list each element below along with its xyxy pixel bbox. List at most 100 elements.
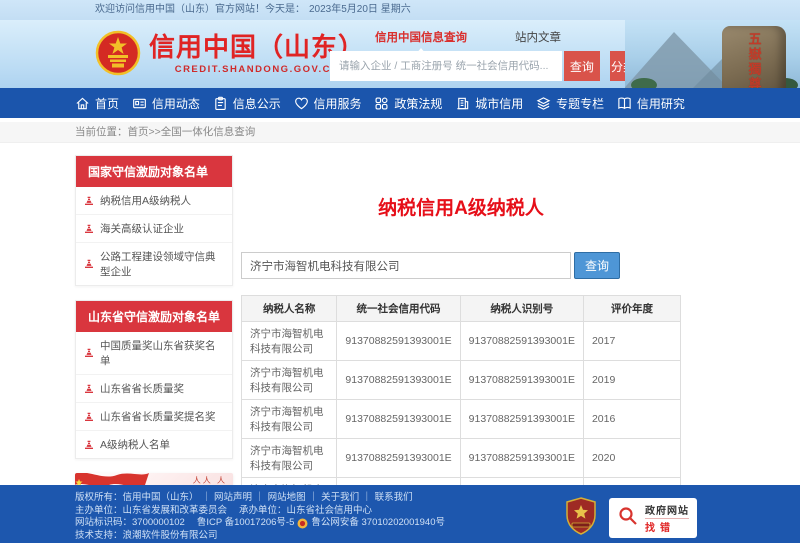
footer-security-record: 鲁公网安备 37010202001940号 bbox=[311, 517, 445, 530]
sidebar: 国家守信激励对象名单 纳税信用A级纳税人 海关高级认证企业 公路工程建设领域守信… bbox=[75, 155, 233, 485]
seal-icon bbox=[84, 440, 94, 450]
main-nav: 首页 信用动态 信息公示 信用服务 政策法规 城市信用 bbox=[0, 88, 800, 118]
clipboard-icon bbox=[213, 96, 228, 111]
breadcrumb-current: 全国一体化信息查询 bbox=[161, 126, 256, 138]
breadcrumb-label: 当前位置： bbox=[75, 126, 128, 138]
sidebar-item-label: 海关高级认证企业 bbox=[100, 221, 184, 236]
sidebar-section-title: 国家守信激励对象名单 bbox=[76, 156, 232, 187]
sidebar-item-customs-certified[interactable]: 海关高级认证企业 bbox=[76, 215, 232, 243]
footer-link-sitemap[interactable]: 网站地图 bbox=[268, 492, 306, 505]
building-icon bbox=[455, 96, 470, 111]
nav-label: 信用研究 bbox=[637, 95, 685, 112]
footer-separator: ｜ bbox=[255, 492, 265, 505]
nav-item-info-publicity[interactable]: 信息公示 bbox=[213, 95, 281, 112]
nav-item-special-topics[interactable]: 专题专栏 bbox=[536, 95, 604, 112]
heart-icon bbox=[294, 96, 309, 111]
table-row: 济宁市海智机电科技有限公司 91370882591393001E 9137088… bbox=[242, 361, 681, 400]
sidebar-item-label: 山东省省长质量奖提名奖 bbox=[100, 409, 216, 424]
sidebar-item-label: A级纳税人名单 bbox=[100, 437, 170, 452]
nav-label: 专题专栏 bbox=[556, 95, 604, 112]
seal-icon bbox=[84, 412, 94, 422]
footer: 版权所有：信用中国（山东） ｜ 网站声明 ｜ 网站地图 ｜ 关于我们 ｜ 联系我… bbox=[0, 485, 800, 543]
sidebar-item-china-quality-award[interactable]: 中国质量奖山东省获奖名单 bbox=[76, 332, 232, 375]
footer-link-contact-us[interactable]: 联系我们 bbox=[375, 492, 413, 505]
footer-separator: ｜ bbox=[309, 492, 319, 505]
footer-link-site-statement[interactable]: 网站声明 bbox=[214, 492, 252, 505]
gov-website-error-report-badge[interactable]: 政府网站 找错 bbox=[609, 498, 697, 538]
sidebar-section-title: 山东省守信激励对象名单 bbox=[76, 301, 232, 332]
nav-item-city-credit[interactable]: 城市信用 bbox=[455, 95, 523, 112]
footer-badges: 政府网站 找错 bbox=[565, 494, 725, 542]
col-eval-year: 评价年度 bbox=[583, 296, 680, 322]
breadcrumb-separator: >> bbox=[149, 126, 161, 138]
seal-icon bbox=[84, 224, 94, 234]
provincial-incentive-section: 山东省守信激励对象名单 中国质量奖山东省获奖名单 山东省省长质量奖 山东省省长质… bbox=[75, 300, 233, 459]
gov-badge-line2: 找错 bbox=[645, 518, 689, 534]
footer-organizer: 主办单位：山东省发展和改革委员会 bbox=[75, 505, 227, 518]
tab-credit-china-query[interactable]: 信用中国信息查询 bbox=[375, 29, 467, 45]
table-header-row: 纳税人名称 统一社会信用代码 纳税人识别号 评价年度 bbox=[242, 296, 681, 322]
bush-shape bbox=[631, 78, 657, 88]
site-brand[interactable]: 信用中国（山东） CREDIT.SHANDONG.GOV.CN bbox=[95, 30, 365, 76]
welcome-text: 欢迎访问信用中国（山东）官方网站！今天是： bbox=[95, 4, 305, 15]
col-taxpayer-id: 纳税人识别号 bbox=[460, 296, 583, 322]
cell-taxpayer-id: 91370882591393001E bbox=[460, 361, 583, 400]
cell-credit-code: 91370882591393001E bbox=[337, 322, 460, 361]
taxpayer-search-input[interactable] bbox=[241, 252, 571, 279]
sidebar-item-label: 纳税信用A级纳税人 bbox=[100, 193, 191, 208]
page: 欢迎访问信用中国（山东）官方网站！今天是：2023年5月20日 星期六 信用中国… bbox=[0, 0, 800, 543]
home-icon bbox=[75, 96, 90, 111]
layers-icon bbox=[536, 96, 551, 111]
header-search-input[interactable] bbox=[330, 51, 562, 81]
site-header: 信用中国（山东） CREDIT.SHANDONG.GOV.CN 信用中国信息查询… bbox=[0, 20, 800, 88]
cell-taxpayer-name: 济宁市海智机电科技有限公司 bbox=[242, 439, 337, 478]
nav-item-credit-news[interactable]: 信用动态 bbox=[132, 95, 200, 112]
seal-icon bbox=[84, 196, 94, 206]
sidebar-item-label: 公路工程建设领域守信典型企业 bbox=[100, 249, 224, 279]
header-search: 信用中国信息查询 站内文章 查询 分类查询 bbox=[330, 26, 660, 81]
footer-separator: ｜ bbox=[202, 492, 212, 505]
cell-taxpayer-id: 91370882591393001E bbox=[460, 400, 583, 439]
mount-tai-image: 五嶽獨尊 bbox=[625, 20, 800, 88]
cell-taxpayer-id: 91370882591393001E bbox=[460, 322, 583, 361]
breadcrumb-home-link[interactable]: 首页 bbox=[128, 126, 149, 138]
cell-eval-year: 2019 bbox=[583, 361, 680, 400]
header-search-button[interactable]: 查询 bbox=[564, 51, 600, 81]
police-badge-icon bbox=[297, 518, 308, 529]
cell-taxpayer-id: 91370882591393001E bbox=[460, 439, 583, 478]
nav-item-home[interactable]: 首页 bbox=[75, 95, 119, 112]
topbar: 欢迎访问信用中国（山东）官方网站！今天是：2023年5月20日 星期六 bbox=[0, 0, 800, 20]
nav-item-credit-research[interactable]: 信用研究 bbox=[617, 95, 685, 112]
query-button[interactable]: 查询 bbox=[574, 252, 620, 279]
cell-credit-code: 91370882591393001E bbox=[337, 400, 460, 439]
grid-icon bbox=[374, 96, 389, 111]
taxpayer-query-row: 查询 bbox=[241, 252, 681, 279]
table-row: 济宁市海智机电科技有限公司 91370882591393001E 9137088… bbox=[242, 439, 681, 478]
nav-item-policies[interactable]: 政策法规 bbox=[374, 95, 442, 112]
sidebar-item-a-level-taxpayer-list[interactable]: A级纳税人名单 bbox=[76, 431, 232, 458]
cell-taxpayer-name: 济宁市海智机电科技有限公司 bbox=[242, 400, 337, 439]
breadcrumb: 当前位置：首页>>全国一体化信息查询 bbox=[75, 122, 725, 143]
tab-site-articles[interactable]: 站内文章 bbox=[515, 29, 561, 45]
table-row: 济宁市海智机电科技有限公司 91370882591393001E 9137088… bbox=[242, 400, 681, 439]
nav-item-credit-services[interactable]: 信用服务 bbox=[294, 95, 362, 112]
credit-shield-badge-icon[interactable] bbox=[565, 497, 597, 540]
sidebar-item-governor-award-nominee[interactable]: 山东省省长质量奖提名奖 bbox=[76, 403, 232, 431]
col-taxpayer-name: 纳税人名称 bbox=[242, 296, 337, 322]
nav-label: 信用动态 bbox=[152, 95, 200, 112]
nav-label: 城市信用 bbox=[475, 95, 523, 112]
header-search-row: 查询 分类查询 bbox=[330, 51, 660, 81]
sidebar-item-a-level-taxpayer[interactable]: 纳税信用A级纳税人 bbox=[76, 187, 232, 215]
stone-inscription: 五嶽獨尊 bbox=[722, 26, 786, 88]
footer-site-code: 网站标识码：3700000102 bbox=[75, 517, 185, 530]
table-row: 济宁市海智机电科技有限公司 91370882591393001E 9137088… bbox=[242, 322, 681, 361]
cell-taxpayer-name: 济宁市海智机电科技有限公司 bbox=[242, 361, 337, 400]
cell-eval-year: 2016 bbox=[583, 400, 680, 439]
sidebar-item-governor-quality-award[interactable]: 山东省省长质量奖 bbox=[76, 375, 232, 403]
cell-credit-code: 91370882591393001E bbox=[337, 361, 460, 400]
sidebar-item-highway-engineering[interactable]: 公路工程建设领域守信典型企业 bbox=[76, 243, 232, 285]
footer-link-about-us[interactable]: 关于我们 bbox=[321, 492, 359, 505]
nav-label: 政策法规 bbox=[394, 95, 442, 112]
footer-separator: ｜ bbox=[362, 492, 372, 505]
book-icon bbox=[617, 96, 632, 111]
